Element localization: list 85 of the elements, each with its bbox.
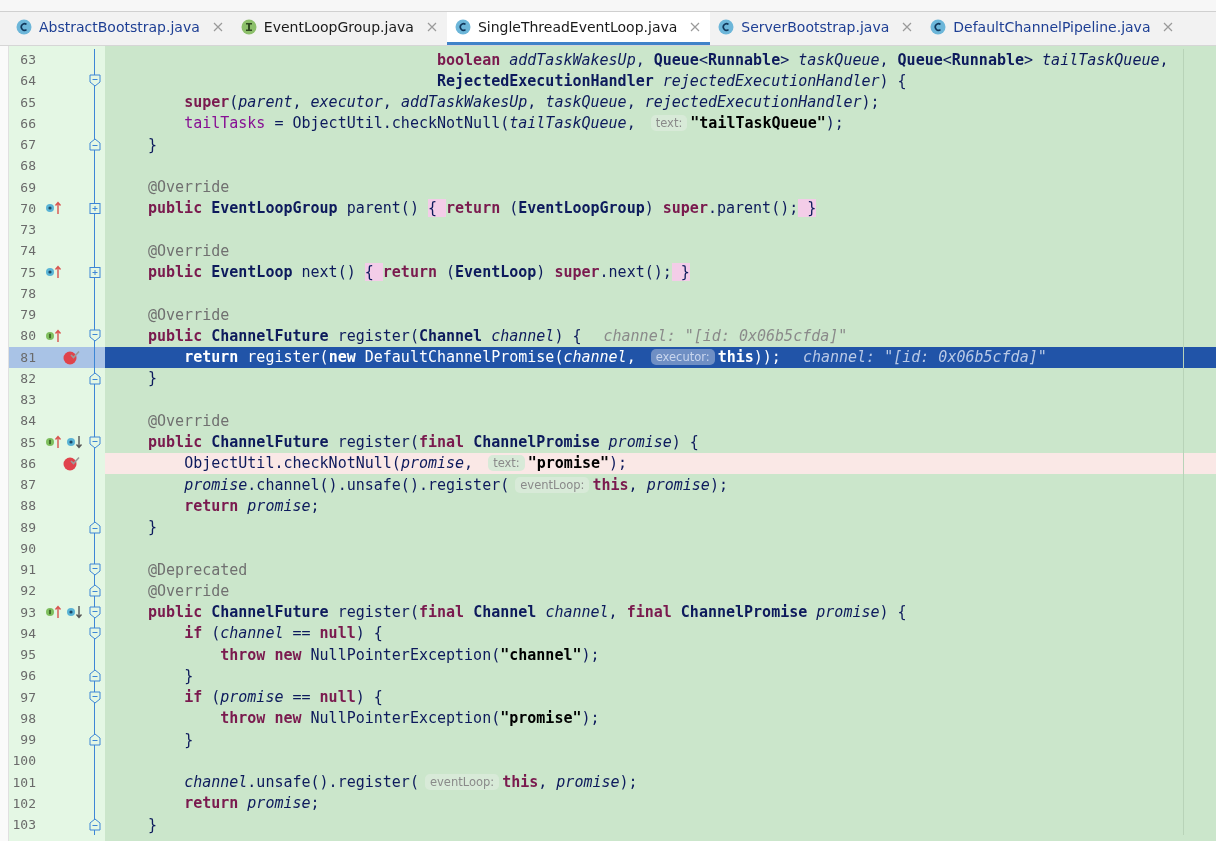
code-text: @Override xyxy=(148,241,230,260)
debug-value: channel: "[id: 0x06b5cfda]" xyxy=(802,348,1047,367)
code-text: this)); xyxy=(717,348,781,367)
code-text: RejectedExecutionHandler rejectedExecutionHandler) { xyxy=(437,71,907,90)
code-text: public ChannelFuture register(final Channel channel, final ChannelPromise promise) { xyxy=(148,603,907,622)
line-number: 97 xyxy=(19,689,36,705)
editor-tab[interactable]: AbstractBootstrap.java xyxy=(8,12,233,45)
code-text: } xyxy=(184,666,194,685)
line-number: 100 xyxy=(11,753,36,769)
code-text: public ChannelFuture register(Channel channel) { xyxy=(148,326,582,345)
parameter-hint: eventLoop: xyxy=(515,476,590,493)
code-text: super(parent, executor, addTaskWakesUp, taskQueue, rejectedExecutionHandler); xyxy=(184,93,880,112)
debug-value: channel: "[id: 0x06b5cfda]" xyxy=(603,326,848,345)
editor-tab[interactable]: SingleThreadEventLoop.java xyxy=(446,12,711,45)
line-number: 64 xyxy=(19,73,36,89)
line-number: 74 xyxy=(19,243,36,259)
line-number: 73 xyxy=(19,222,36,238)
line-number: 69 xyxy=(19,179,36,195)
line-number: 66 xyxy=(19,115,36,131)
code-text: } xyxy=(148,135,158,154)
line-number: 89 xyxy=(19,519,36,535)
code-text: } xyxy=(148,815,158,834)
line-number: 95 xyxy=(19,647,36,663)
code-text: tailTasks = ObjectUtil.checkNotNull(tailTaskQueue, xyxy=(184,114,637,133)
code-text: } xyxy=(184,730,194,749)
code-text: @Override xyxy=(148,581,230,600)
code-text: @Override xyxy=(148,305,230,324)
code-text: promise.channel().unsafe().register( xyxy=(184,475,510,494)
line-number: 79 xyxy=(19,307,36,323)
line-number: 101 xyxy=(11,774,36,790)
line-number: 94 xyxy=(19,625,36,641)
code-text: this, promise); xyxy=(502,773,638,792)
editor-tab[interactable]: EventLoopGroup.java xyxy=(232,12,447,45)
code-text: @Override xyxy=(148,178,230,197)
code-text: } xyxy=(148,369,158,388)
code-text: throw new NullPointerException("promise"); xyxy=(220,709,600,728)
code-text: throw new NullPointerException("channel"); xyxy=(220,645,600,664)
parameter-hint: text: xyxy=(650,115,688,132)
line-number: 90 xyxy=(19,540,36,556)
line-number: 103 xyxy=(11,817,36,833)
line-number: 81 xyxy=(19,349,36,365)
code-text: return promise; xyxy=(184,496,320,515)
line-number: 83 xyxy=(19,392,36,408)
line-number: 96 xyxy=(19,668,36,684)
code-text: public ChannelFuture register(final ChannelPromise promise) { xyxy=(148,433,699,452)
line-number: 68 xyxy=(19,158,36,174)
parameter-hint: executor: xyxy=(650,349,715,366)
line-number: 91 xyxy=(19,562,36,578)
line-number: 98 xyxy=(19,710,36,726)
line-number: 92 xyxy=(19,583,36,599)
code-text: ObjectUtil.checkNotNull(promise, xyxy=(184,454,475,473)
code-text: return promise; xyxy=(184,794,320,813)
line-number: 65 xyxy=(19,94,36,110)
code-text: if (promise == null) { xyxy=(184,688,383,707)
line-number: 67 xyxy=(19,137,36,153)
code-text: @Override xyxy=(148,411,230,430)
code-text: "tailTaskQueue"); xyxy=(690,114,844,133)
code-text: } xyxy=(148,518,158,537)
line-number: 75 xyxy=(19,264,36,280)
parameter-hint: text: xyxy=(488,455,525,472)
parameter-hint: eventLoop: xyxy=(424,774,500,791)
line-number: 87 xyxy=(19,477,36,493)
line-number: 78 xyxy=(19,285,36,301)
line-number: 80 xyxy=(19,328,36,344)
editor-tab[interactable]: ServerBootstrap.java xyxy=(710,12,923,45)
line-number: 102 xyxy=(11,795,36,811)
line-number: 88 xyxy=(19,498,36,514)
line-number: 70 xyxy=(19,200,36,216)
line-number: 99 xyxy=(19,732,36,748)
line-number: 63 xyxy=(19,52,36,68)
code-text: public EventLoop next() { return (EventLoop) super.next(); } xyxy=(148,263,690,282)
code-text: this, promise); xyxy=(592,475,728,494)
line-number: 82 xyxy=(19,370,36,386)
line-number: 86 xyxy=(19,455,36,471)
code-text: if (channel == null) { xyxy=(184,624,383,643)
code-text: boolean addTaskWakesUp, Queue<Runnable> taskQueue, Queue<Runnable> tailTaskQueue, xyxy=(437,50,1169,69)
code-text: public EventLoopGroup parent() { return (EventLoopGroup) super.parent(); } xyxy=(148,199,817,218)
code-text: return register(new DefaultChannelPromise(channel, xyxy=(184,348,637,367)
code-text: channel.unsafe().register( xyxy=(184,773,419,792)
line-number: 84 xyxy=(19,413,36,429)
editor-tab[interactable]: DefaultChannelPipeline.java xyxy=(922,12,1184,45)
line-number: 85 xyxy=(19,434,36,450)
code-text: "promise"); xyxy=(527,454,628,473)
line-number: 93 xyxy=(19,604,36,620)
code-text: @Deprecated xyxy=(148,560,248,579)
